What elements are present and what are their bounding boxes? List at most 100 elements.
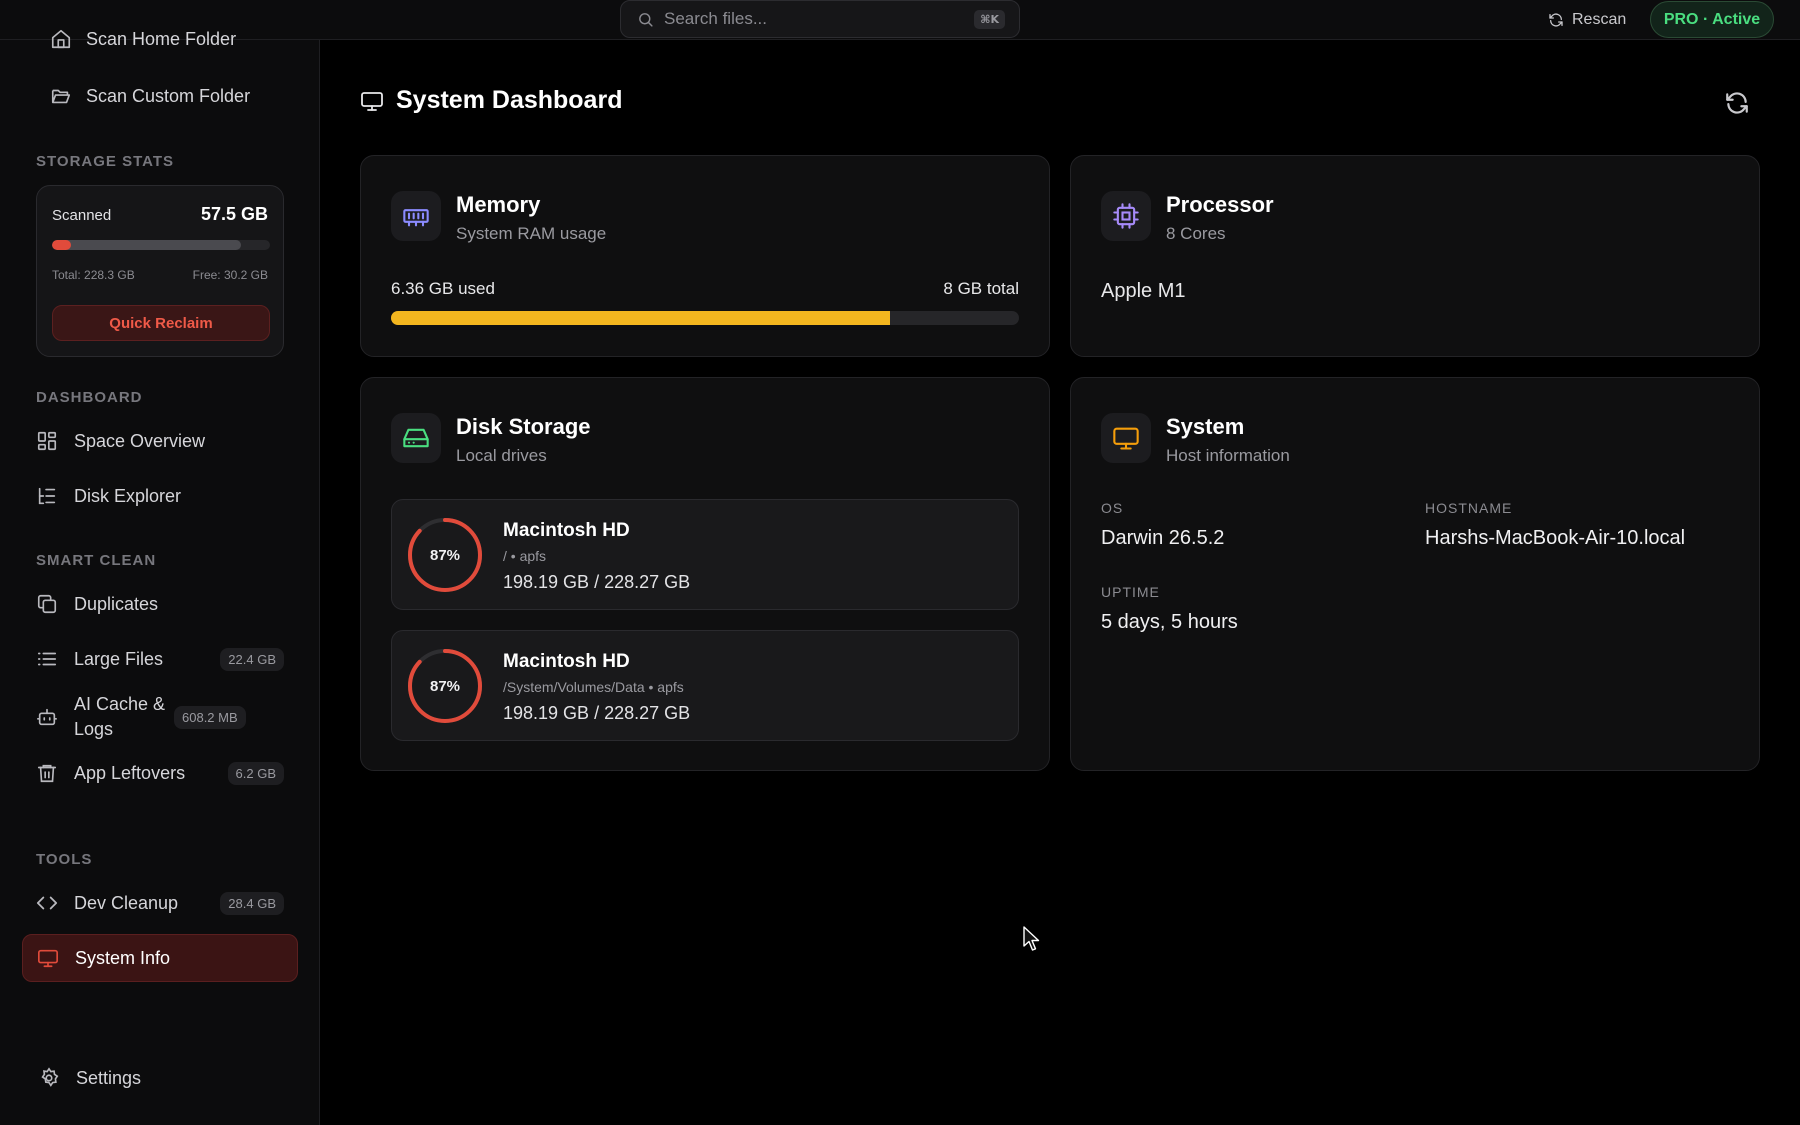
drive-usage-percent: 87% bbox=[429, 546, 461, 564]
size-badge: 22.4 GB bbox=[220, 647, 284, 671]
memory-chip-icon bbox=[391, 191, 441, 241]
code-icon bbox=[36, 892, 58, 914]
sidebar-item-dev-cleanup[interactable]: Dev Cleanup 28.4 GB bbox=[22, 879, 298, 927]
bot-icon bbox=[36, 706, 58, 728]
sidebar-item-label: Dev Cleanup bbox=[74, 892, 179, 913]
disk-storage-subtitle: Local drives bbox=[456, 446, 547, 465]
storage-free-label: Free: 30.2 GB bbox=[192, 268, 268, 282]
size-badge: 28.4 GB bbox=[220, 891, 284, 915]
storage-stats-heading: STORAGE STATS bbox=[36, 153, 175, 170]
rescan-button[interactable]: Rescan bbox=[1548, 8, 1626, 32]
cpu-icon bbox=[1101, 191, 1151, 241]
monitor-icon bbox=[1101, 413, 1151, 463]
os-value: Darwin 26.5.2 bbox=[1101, 527, 1225, 549]
sidebar-item-label: Disk Explorer bbox=[74, 485, 182, 506]
drive-row[interactable]: 87% Macintosh HD / • apfs 198.19 GB / 22… bbox=[391, 499, 1019, 610]
sidebar-item-label: AI Cache & Logs bbox=[74, 694, 166, 739]
disk-storage-card: Disk Storage Local drives 87% Macintosh … bbox=[360, 377, 1050, 771]
plan-status-badge[interactable]: PRO · Active bbox=[1650, 1, 1774, 38]
refresh-dashboard-button[interactable] bbox=[1724, 90, 1750, 116]
size-badge: 608.2 MB bbox=[174, 705, 246, 729]
sidebar-item-large-files[interactable]: Large Files 22.4 GB bbox=[22, 635, 298, 683]
search-input[interactable] bbox=[664, 9, 975, 29]
quick-reclaim-button[interactable]: Quick Reclaim bbox=[52, 305, 270, 341]
storage-stats-card: Scanned 57.5 GB Total: 228.3 GB Free: 30… bbox=[36, 185, 284, 357]
tree-list-icon bbox=[36, 485, 58, 507]
refresh-icon bbox=[1726, 92, 1748, 114]
storage-total-label: Total: 228.3 GB bbox=[52, 268, 135, 282]
sidebar-item-duplicates[interactable]: Duplicates bbox=[22, 580, 298, 628]
sidebar-item-label: Space Overview bbox=[74, 430, 206, 451]
memory-total-label: 8 GB total bbox=[943, 279, 1019, 298]
hostname-value: Harshs-MacBook-Air-10.local bbox=[1425, 527, 1686, 549]
processor-cores: 8 Cores bbox=[1166, 224, 1226, 243]
memory-title: Memory bbox=[456, 192, 541, 217]
drive-name: Macintosh HD bbox=[503, 520, 630, 541]
drive-size: 198.19 GB / 228.27 GB bbox=[503, 703, 691, 723]
processor-model: Apple M1 bbox=[1101, 280, 1186, 302]
folder-open-icon bbox=[51, 89, 71, 104]
sidebar-item-label: System Info bbox=[75, 947, 171, 968]
processor-title: Processor bbox=[1166, 192, 1274, 217]
tools-section-heading: TOOLS bbox=[36, 851, 93, 868]
sidebar: Scan Home Folder Scan Custom Folder STOR… bbox=[0, 29, 320, 1125]
memory-usage-bar bbox=[391, 311, 1019, 325]
drive-usage-percent: 87% bbox=[429, 677, 461, 695]
memory-used-label: 6.36 GB used bbox=[391, 279, 495, 298]
scanned-label: Scanned bbox=[52, 207, 112, 224]
size-badge: 6.2 GB bbox=[227, 761, 284, 785]
uptime-label: UPTIME bbox=[1101, 584, 1160, 600]
sidebar-item-space-overview[interactable]: Space Overview bbox=[22, 417, 298, 465]
scan-home-folder-label: Scan Home Folder bbox=[86, 28, 237, 49]
sidebar-item-system-info[interactable]: System Info bbox=[22, 934, 298, 982]
monitor-icon bbox=[37, 947, 59, 969]
system-card: System Host information OS Darwin 26.5.2… bbox=[1070, 377, 1760, 771]
page-title-text: System Dashboard bbox=[396, 86, 623, 114]
home-icon bbox=[51, 29, 71, 49]
drive-name: Macintosh HD bbox=[503, 651, 630, 672]
refresh-icon bbox=[1549, 13, 1563, 27]
os-label: OS bbox=[1101, 500, 1124, 516]
system-title: System bbox=[1166, 414, 1245, 439]
settings-link[interactable]: Settings bbox=[24, 1054, 300, 1102]
search-box[interactable]: ⌘K bbox=[620, 0, 1020, 38]
drive-row[interactable]: 87% Macintosh HD /System/Volumes/Data • … bbox=[391, 630, 1019, 741]
storage-scanned-fill bbox=[52, 240, 72, 250]
rescan-label: Rescan bbox=[1572, 11, 1627, 28]
system-subtitle: Host information bbox=[1166, 446, 1290, 465]
drive-mount-info: / • apfs bbox=[503, 548, 547, 564]
page-title: System Dashboard bbox=[360, 86, 622, 115]
search-icon bbox=[639, 12, 653, 27]
scanned-value: 57.5 GB bbox=[200, 204, 268, 224]
copy-icon bbox=[36, 593, 58, 615]
memory-subtitle: System RAM usage bbox=[456, 224, 607, 243]
memory-usage-fill bbox=[391, 311, 891, 325]
top-bar: ⌘K Rescan PRO · Active bbox=[0, 0, 1800, 40]
search-shortcut-hint: ⌘K bbox=[974, 9, 1005, 29]
sidebar-item-ai-cache-logs[interactable]: AI Cache & Logs 608.2 MB bbox=[22, 688, 298, 746]
storage-usage-bar bbox=[52, 240, 270, 250]
hostname-label: HOSTNAME bbox=[1425, 500, 1513, 516]
scan-home-folder-link[interactable]: Scan Home Folder bbox=[50, 28, 236, 50]
trash-icon bbox=[36, 762, 58, 784]
storage-used-fill bbox=[52, 240, 242, 250]
list-icon bbox=[36, 648, 58, 670]
memory-card: Memory System RAM usage 6.36 GB used 8 G… bbox=[360, 155, 1050, 357]
sidebar-item-app-leftovers[interactable]: App Leftovers 6.2 GB bbox=[22, 749, 298, 797]
drive-size: 198.19 GB / 228.27 GB bbox=[503, 572, 691, 592]
sidebar-item-label: App Leftovers bbox=[74, 762, 186, 783]
sidebar-item-label: Large Files bbox=[74, 648, 164, 669]
disk-storage-title: Disk Storage bbox=[456, 414, 591, 439]
grid-icon bbox=[36, 430, 58, 452]
scan-custom-folder-link[interactable]: Scan Custom Folder bbox=[50, 85, 250, 107]
uptime-value: 5 days, 5 hours bbox=[1101, 611, 1238, 633]
drive-mount-info: /System/Volumes/Data • apfs bbox=[503, 679, 684, 695]
mouse-cursor-icon bbox=[1023, 926, 1040, 951]
processor-card: Processor 8 Cores Apple M1 bbox=[1070, 155, 1760, 357]
scan-custom-folder-label: Scan Custom Folder bbox=[86, 85, 251, 106]
monitor-icon bbox=[361, 91, 383, 111]
gear-icon bbox=[38, 1067, 60, 1089]
settings-label: Settings bbox=[76, 1067, 142, 1088]
dashboard-section-heading: DASHBOARD bbox=[36, 389, 143, 406]
sidebar-item-disk-explorer[interactable]: Disk Explorer bbox=[22, 472, 298, 520]
